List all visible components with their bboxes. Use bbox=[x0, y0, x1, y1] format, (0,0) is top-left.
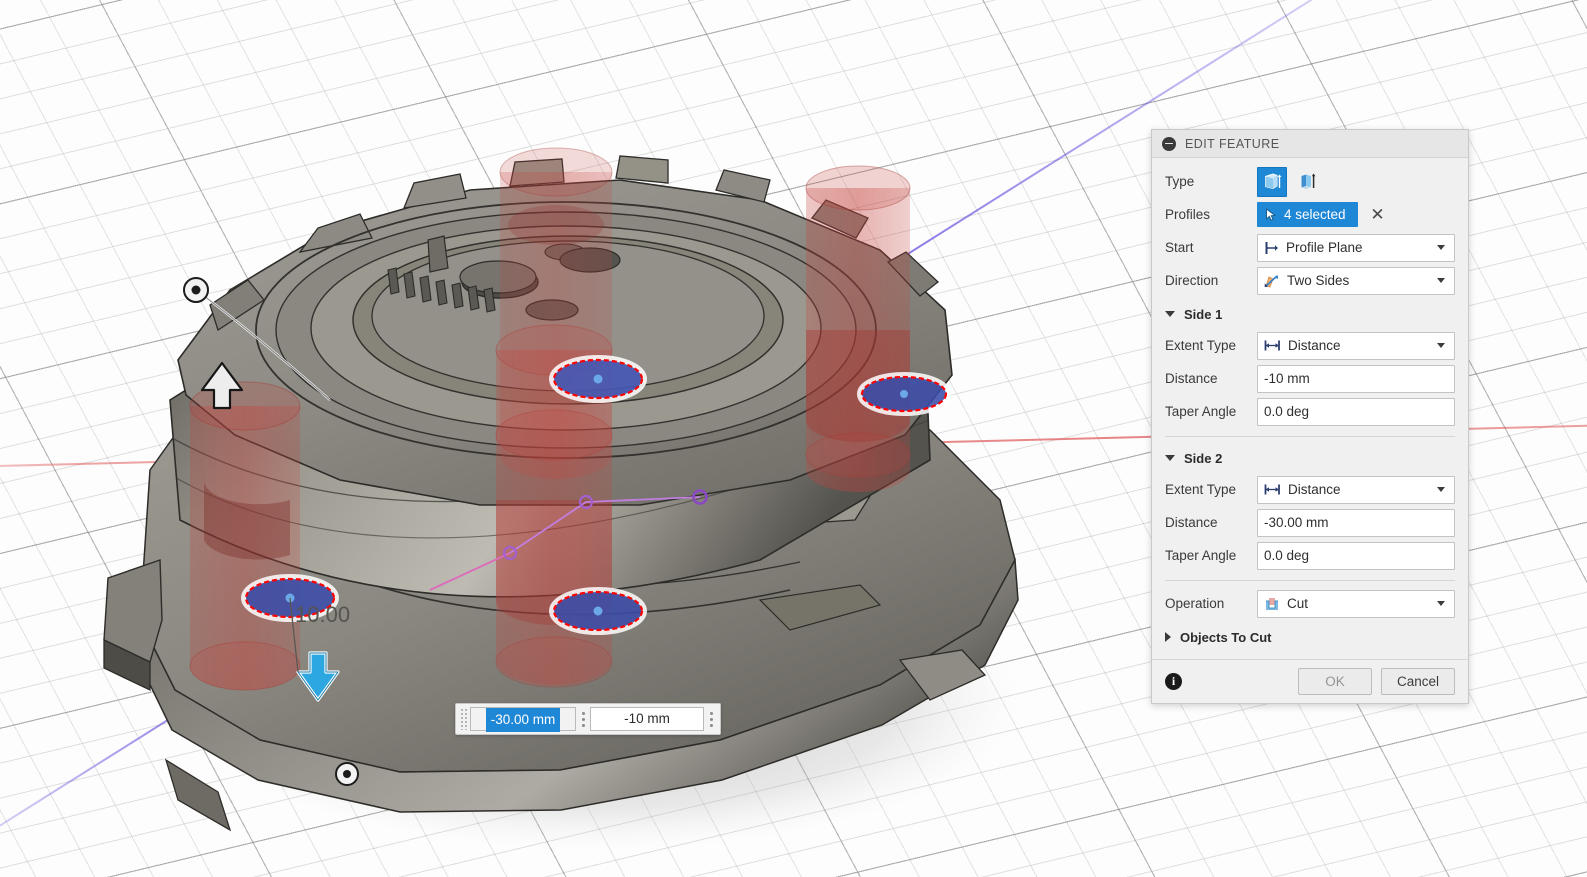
side1-extent-type-label: Extent Type bbox=[1165, 338, 1237, 353]
start-value: Profile Plane bbox=[1286, 240, 1363, 255]
panel-title-label: EDIT FEATURE bbox=[1185, 136, 1280, 151]
chevron-right-icon[interactable] bbox=[1165, 632, 1171, 642]
direction-dropdown[interactable]: Two Sides bbox=[1257, 266, 1455, 295]
row-direction: Direction Two Sides bbox=[1152, 264, 1468, 297]
side1-distance-label: Distance bbox=[1165, 371, 1218, 386]
type-label: Type bbox=[1165, 174, 1195, 189]
section-objects-to-cut[interactable]: Objects To Cut bbox=[1152, 622, 1468, 652]
info-icon[interactable]: i bbox=[1165, 673, 1182, 690]
distance-icon bbox=[1264, 340, 1280, 351]
chevron-down-icon[interactable] bbox=[1437, 245, 1445, 250]
distance-icon bbox=[1264, 484, 1280, 495]
canvas-input-side1-menu-icon[interactable] bbox=[704, 708, 718, 730]
profiles-label: Profiles bbox=[1165, 207, 1211, 222]
divider bbox=[1165, 436, 1455, 437]
close-icon[interactable]: ✕ bbox=[1367, 204, 1389, 226]
operation-dropdown[interactable]: Cut bbox=[1257, 589, 1455, 618]
profile-plane-icon bbox=[1265, 241, 1278, 254]
extrude-profile-icon[interactable] bbox=[1257, 166, 1287, 197]
canvas-input-side1[interactable]: -10 mm bbox=[590, 707, 704, 731]
pivot-handle bbox=[335, 762, 359, 786]
cancel-button[interactable]: Cancel bbox=[1381, 668, 1455, 695]
canvas-input-side2[interactable]: -30.00 mm bbox=[470, 707, 576, 732]
side1-extent-type-dropdown[interactable]: Distance bbox=[1257, 331, 1455, 360]
section-side1[interactable]: Side 1 bbox=[1152, 299, 1468, 329]
cut-operation-icon bbox=[1266, 597, 1278, 610]
panel-footer: i OK Cancel bbox=[1152, 659, 1468, 703]
side2-distance-input[interactable]: -30.00 mm bbox=[1257, 508, 1455, 537]
direction-value: Two Sides bbox=[1287, 273, 1350, 288]
operation-label: Operation bbox=[1165, 596, 1225, 611]
selected-profile bbox=[549, 587, 647, 635]
row-side2-extent-type: Extent Type Distance bbox=[1152, 473, 1468, 506]
divider bbox=[1165, 580, 1455, 581]
chevron-down-icon[interactable] bbox=[1165, 311, 1175, 317]
chevron-down-icon[interactable] bbox=[1437, 343, 1445, 348]
canvas-dimension-inputs[interactable]: -30.00 mm -10 mm bbox=[455, 703, 721, 735]
side2-taper-value: 0.0 deg bbox=[1264, 548, 1310, 563]
row-start: Start Profile Plane bbox=[1152, 231, 1468, 264]
side1-heading: Side 1 bbox=[1184, 306, 1223, 322]
row-side1-distance: Distance -10 mm bbox=[1152, 362, 1468, 395]
row-side2-taper: Taper Angle 0.0 deg bbox=[1152, 539, 1468, 572]
profiles-chip-label: 4 selected bbox=[1284, 207, 1346, 222]
side1-taper-value: 0.0 deg bbox=[1264, 404, 1310, 419]
minus-circle-icon[interactable] bbox=[1162, 136, 1176, 151]
row-operation: Operation Cut bbox=[1152, 587, 1468, 620]
side2-distance-value: -30.00 mm bbox=[1264, 515, 1329, 530]
selected-profile bbox=[857, 372, 951, 416]
row-side1-extent-type: Extent Type Distance bbox=[1152, 329, 1468, 362]
extrude-surface-icon[interactable] bbox=[1293, 167, 1323, 197]
objects-to-cut-heading: Objects To Cut bbox=[1180, 629, 1272, 645]
section-side2[interactable]: Side 2 bbox=[1152, 443, 1468, 473]
select-cursor-icon bbox=[1266, 207, 1277, 221]
side1-taper-input[interactable]: 0.0 deg bbox=[1257, 397, 1455, 426]
side1-extent-type-value: Distance bbox=[1288, 338, 1341, 353]
side2-extent-type-dropdown[interactable]: Distance bbox=[1257, 475, 1455, 504]
start-dropdown[interactable]: Profile Plane bbox=[1257, 233, 1455, 262]
side2-taper-input[interactable]: 0.0 deg bbox=[1257, 541, 1455, 570]
profiles-select-chip[interactable]: 4 selected bbox=[1257, 202, 1358, 227]
side1-distance-input[interactable]: -10 mm bbox=[1257, 364, 1455, 393]
edit-feature-panel[interactable]: EDIT FEATURE Type Profiles 4 selected ✕ … bbox=[1151, 129, 1469, 704]
cad-model[interactable]: 10.00 bbox=[0, 0, 1160, 877]
side2-taper-label: Taper Angle bbox=[1165, 548, 1237, 563]
direction-label: Direction bbox=[1165, 273, 1219, 288]
chevron-down-icon[interactable] bbox=[1437, 601, 1445, 606]
side2-extent-type-value: Distance bbox=[1288, 482, 1341, 497]
two-sides-icon bbox=[1264, 274, 1278, 287]
side2-heading: Side 2 bbox=[1184, 450, 1223, 466]
chevron-down-icon[interactable] bbox=[1437, 278, 1445, 283]
side2-distance-label: Distance bbox=[1165, 515, 1218, 530]
operation-value: Cut bbox=[1287, 596, 1309, 611]
canvas-input-side2-value: -30.00 mm bbox=[485, 708, 561, 732]
dimension-value: 10.00 bbox=[295, 602, 350, 627]
row-profiles: Profiles 4 selected ✕ bbox=[1152, 198, 1468, 231]
drag-grip-icon[interactable] bbox=[460, 708, 468, 730]
chevron-down-icon[interactable] bbox=[1437, 487, 1445, 492]
chevron-down-icon[interactable] bbox=[1165, 455, 1175, 461]
side2-extent-type-label: Extent Type bbox=[1165, 482, 1237, 497]
start-label: Start bbox=[1165, 240, 1194, 255]
row-side1-taper: Taper Angle 0.0 deg bbox=[1152, 395, 1468, 428]
side1-taper-label: Taper Angle bbox=[1165, 404, 1237, 419]
canvas-input-side2-menu-icon[interactable] bbox=[576, 708, 590, 730]
side1-distance-value: -10 mm bbox=[1264, 371, 1310, 386]
selected-profile bbox=[549, 355, 647, 403]
ok-button[interactable]: OK bbox=[1298, 668, 1372, 695]
panel-titlebar[interactable]: EDIT FEATURE bbox=[1152, 130, 1468, 158]
row-type: Type bbox=[1152, 165, 1468, 198]
row-side2-distance: Distance -30.00 mm bbox=[1152, 506, 1468, 539]
